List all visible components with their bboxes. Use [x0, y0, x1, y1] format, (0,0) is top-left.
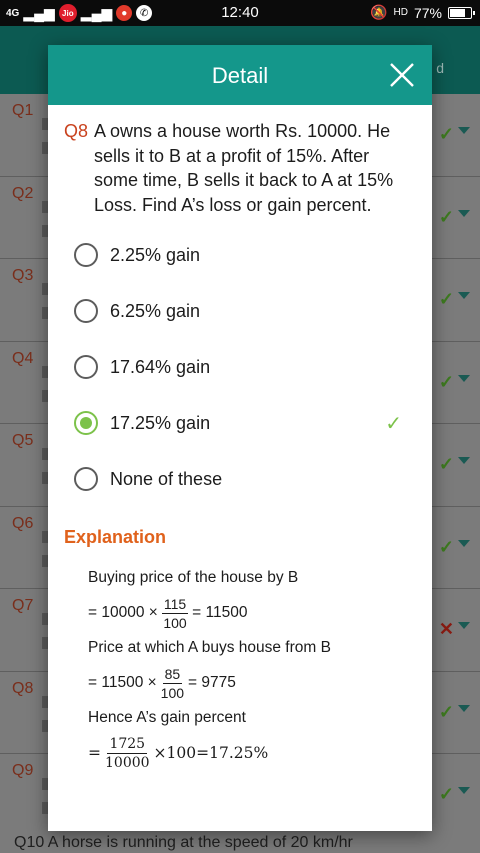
correct-check-icon: ✓ [438, 536, 454, 557]
answer-option-label: 6.25% gain [110, 300, 201, 321]
status-bar: 4G ▂▄▆ Jio ▂▄▆ ● ✆ 12:40 🔕 HD 77% [0, 0, 480, 26]
correct-check-icon: ✓ [438, 371, 454, 392]
dialog-body: Q8 A owns a house worth Rs. 10000. He se… [48, 105, 432, 776]
correct-check-icon: ✓ [438, 701, 454, 722]
expand-caret-icon[interactable] [458, 374, 470, 382]
answer-option[interactable]: 6.25% gain [64, 283, 416, 339]
correct-check-icon: ✓ [438, 784, 454, 804]
wrong-cross-icon: ✕ [438, 619, 454, 639]
eq2-suffix: = 9775 [188, 674, 236, 691]
eq1-suffix: = 11500 [192, 604, 248, 621]
expand-caret-icon[interactable] [458, 787, 470, 794]
explanation-equation-3: = 1725 10000 ×100=17.25% [88, 730, 416, 776]
explanation: Buying price of the house by B = 10000 ×… [64, 566, 416, 776]
answer-option-label: 17.25% gain [110, 412, 211, 433]
eq3-prefix: = [88, 744, 101, 762]
question-row-number: Q9 [12, 762, 34, 779]
explanation-equation-1: = 10000 × 115 100 = 11500 [88, 590, 416, 636]
radio-icon[interactable] [74, 467, 98, 491]
question-list-next: Q10 A horse is running at the speed of 2… [0, 832, 480, 853]
expand-caret-icon[interactable] [458, 704, 470, 712]
answer-option[interactable]: 17.25% gain ✓ [64, 395, 416, 451]
correct-check-icon: ✓ [438, 454, 454, 474]
correct-check-icon: ✓ [385, 413, 402, 435]
expand-caret-icon[interactable] [458, 127, 470, 134]
question-number: Q8 [64, 121, 89, 141]
question-row-number: Q1 [12, 102, 34, 119]
eq3-numerator: 1725 [107, 735, 148, 754]
question-row-number: Q8 [12, 679, 34, 697]
next-question-text: Q10 A horse is running at the speed of 2… [14, 834, 353, 851]
explanation-equation-2: = 11500 × 85 100 = 9775 [88, 660, 416, 706]
question-row-number: Q5 [12, 432, 34, 449]
eq3-fraction: 1725 10000 [105, 735, 150, 772]
question-row-number: Q6 [12, 514, 34, 532]
expand-caret-icon[interactable] [458, 622, 470, 629]
eq2-prefix: = 11500 × [88, 674, 157, 691]
question-row-number: Q4 [12, 349, 34, 367]
radio-icon[interactable] [74, 299, 98, 323]
answer-option-label: 2.25% gain [110, 244, 201, 265]
eq1-prefix: = 10000 × [88, 604, 158, 621]
explanation-line-1: Buying price of the house by B [88, 569, 299, 586]
eq3-suffix: ×100=17.25% [153, 744, 269, 762]
radio-icon[interactable] [74, 243, 98, 267]
detail-dialog: Detail Q8 A owns a house worth Rs. 10000… [48, 45, 432, 831]
answer-option-label: None of these [110, 468, 223, 489]
dialog-title: Detail [211, 63, 269, 88]
battery-percent: 77% [413, 4, 442, 21]
eq1-denominator: 100 [163, 614, 187, 631]
answer-option-label: 17.64% gain [110, 356, 211, 377]
question-row-number: Q7 [12, 597, 34, 614]
volte-icon: HD [393, 7, 408, 18]
question: Q8 A owns a house worth Rs. 10000. He se… [64, 119, 416, 217]
eq2-numerator: 85 [162, 665, 183, 684]
eq3-denominator: 10000 [105, 754, 150, 771]
explanation-heading: Explanation [64, 527, 167, 547]
question-row-number: Q2 [12, 184, 34, 202]
eq1-fraction: 115 100 [161, 595, 189, 632]
eq1-numerator: 115 [161, 595, 189, 614]
expand-caret-icon[interactable] [458, 292, 470, 299]
answer-option[interactable]: None of these [64, 451, 416, 507]
dialog-header: Detail [48, 45, 432, 105]
expand-caret-icon[interactable] [458, 457, 470, 464]
explanation-line-2: Price at which A buys house from B [88, 639, 331, 656]
mute-icon: 🔕 [370, 4, 388, 20]
correct-check-icon: ✓ [438, 289, 454, 309]
radio-icon[interactable] [74, 355, 98, 379]
expand-caret-icon[interactable] [458, 539, 470, 547]
status-right: 🔕 HD 77% [370, 4, 475, 21]
question-row-number: Q3 [12, 267, 34, 284]
battery-icon [448, 6, 475, 19]
close-icon[interactable] [386, 59, 418, 91]
eq2-denominator: 100 [160, 684, 185, 701]
app-bar-partial-text: d [436, 60, 444, 76]
eq2-fraction: 85 100 [161, 665, 184, 702]
correct-check-icon: ✓ [438, 124, 454, 144]
answer-option[interactable]: 2.25% gain [64, 227, 416, 283]
answer-options: 2.25% gain 6.25% gain 17.64% gain 17.25% ga… [64, 227, 416, 507]
expand-caret-icon[interactable] [458, 209, 470, 217]
radio-selected-icon[interactable] [74, 411, 98, 435]
correct-check-icon: ✓ [438, 206, 454, 227]
answer-option[interactable]: 17.64% gain [64, 339, 416, 395]
question-text: A owns a house worth Rs. 10000. He sells… [94, 121, 394, 215]
explanation-line-3: Hence A’s gain percent [88, 709, 246, 726]
